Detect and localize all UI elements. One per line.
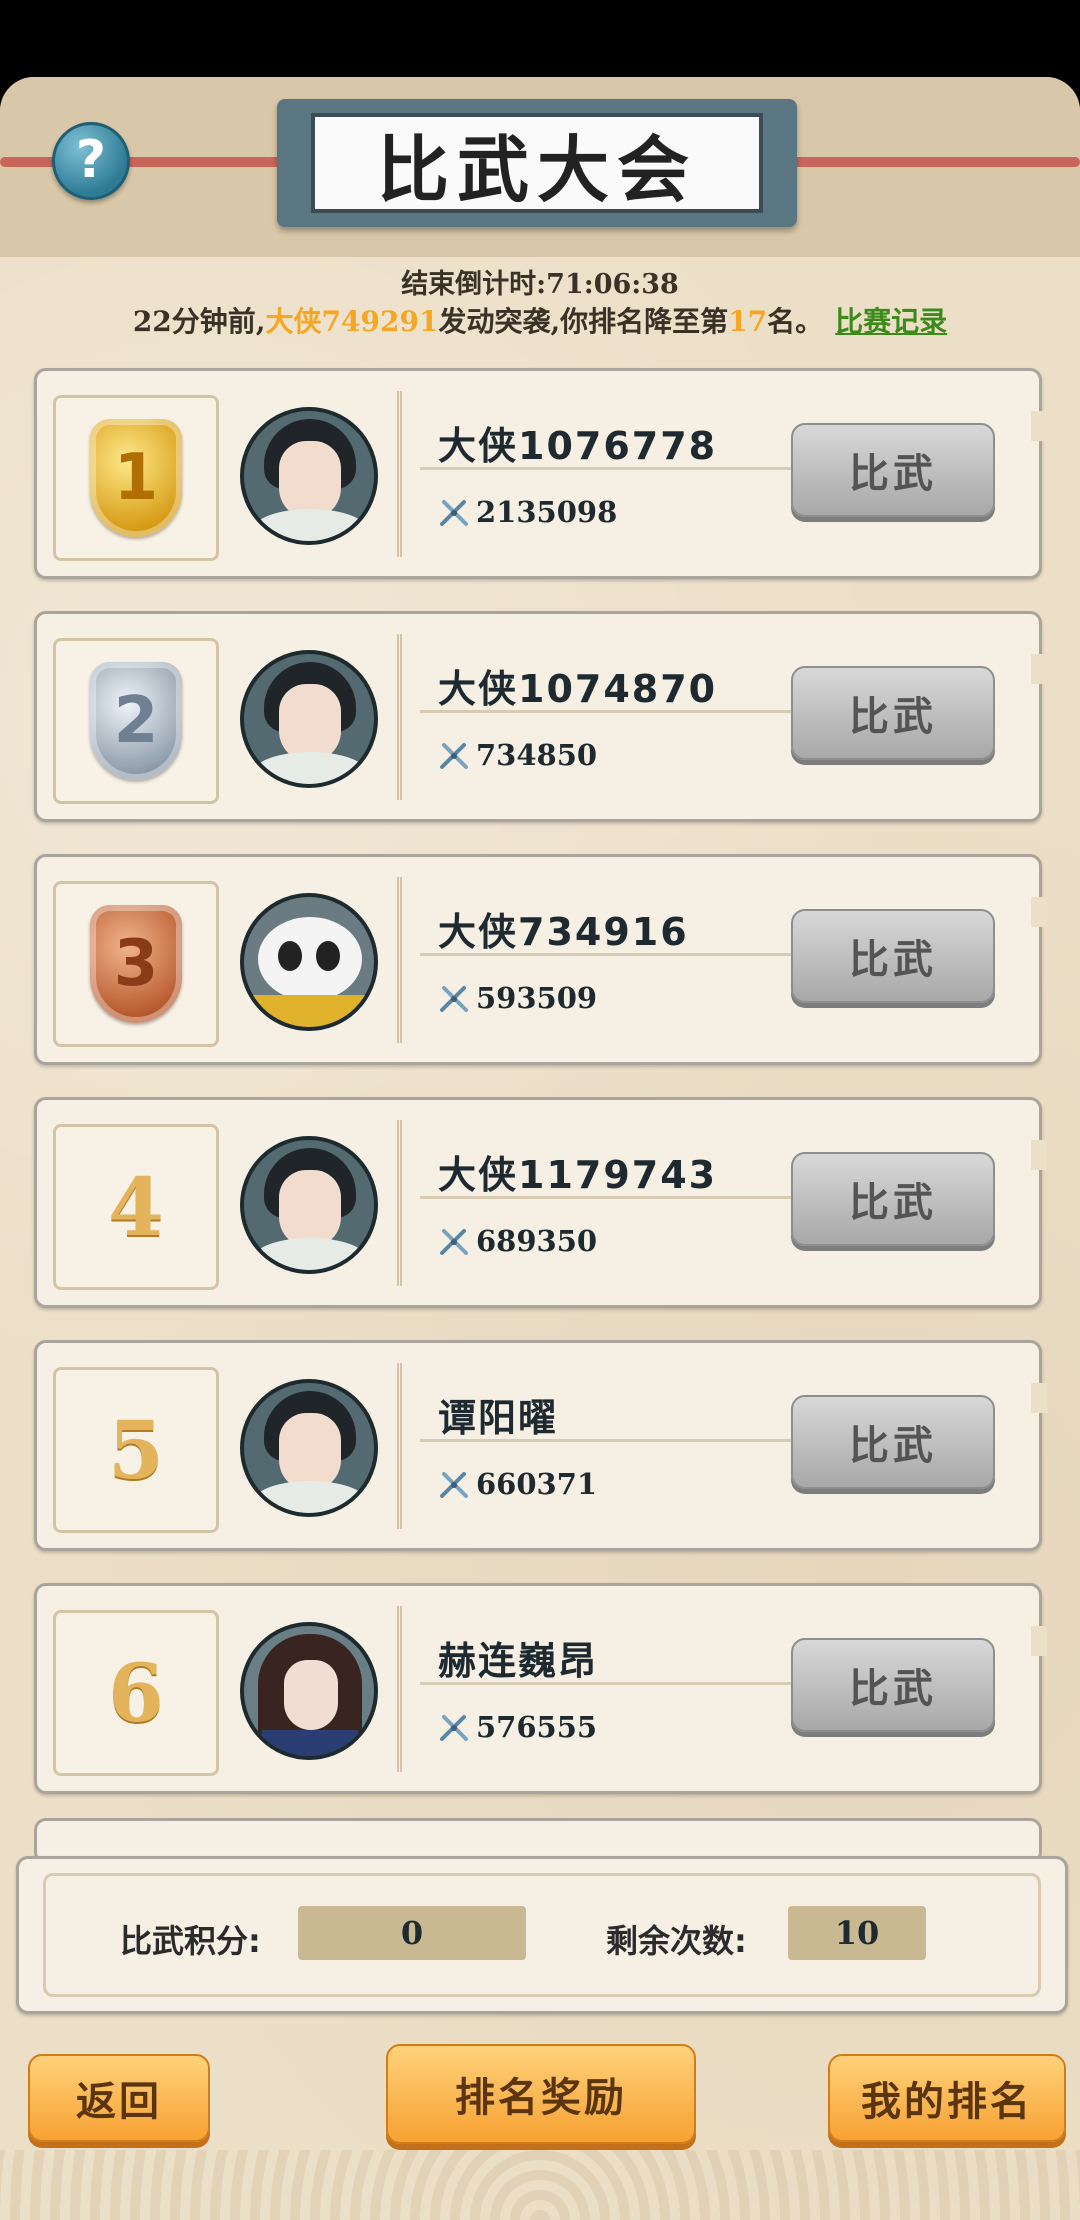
countdown-label: 结束倒计时: (401, 269, 547, 300)
card-notch (1031, 897, 1047, 927)
rank-number: 6 (108, 1646, 164, 1740)
player-avatar[interactable] (240, 407, 378, 545)
remaining-value: 10 (788, 1906, 926, 1960)
title-plaque: 比武大会 (277, 99, 797, 227)
points-value: 0 (298, 1906, 526, 1960)
my-rank-button[interactable]: 我的排名 (828, 2054, 1066, 2142)
countdown-value: 71:06:38 (546, 269, 679, 300)
ranking-row: 5 谭阳曜 660371 比武 (34, 1340, 1047, 1551)
player-name: 大侠1076778 (438, 424, 718, 468)
combat-power: 576555 (438, 1710, 597, 1744)
rope-left (0, 157, 290, 167)
combat-power: 734850 (438, 738, 597, 772)
ranking-row: 2 大侠1074870 734850 比武 (34, 611, 1047, 822)
player-name: 大侠1179743 (438, 1153, 718, 1197)
player-name: 谭阳曜 (438, 1396, 559, 1440)
card-notch (1031, 654, 1047, 684)
crossed-swords-icon (438, 982, 470, 1014)
ranking-row: 3 大侠734916 593509 比武 (34, 854, 1047, 1065)
crossed-swords-icon (438, 1711, 470, 1743)
ranking-row: 6 赫连巍昂 576555 比武 (34, 1583, 1047, 1794)
rank-badge-box: 2 (53, 638, 219, 804)
score-inner: 比武积分: 0 剩余次数: 10 (43, 1873, 1041, 1997)
player-avatar[interactable] (240, 893, 378, 1031)
crossed-swords-icon (438, 739, 470, 771)
rope-right (780, 157, 1080, 167)
score-bar: 比武积分: 0 剩余次数: 10 (16, 1856, 1068, 2014)
news-middle: 发动突袭,你排名降至第 (438, 305, 729, 338)
rank-number: 5 (108, 1403, 164, 1497)
ranking-row: 1 大侠1076778 2135098 比武 (34, 368, 1047, 579)
challenge-button[interactable]: 比武 (791, 909, 995, 1003)
combat-power-value: 576555 (476, 1710, 598, 1744)
silver-medal-icon: 2 (90, 662, 182, 780)
countdown: 结束倒计时:71:06:38 (0, 262, 1080, 301)
combat-power: 689350 (438, 1224, 597, 1258)
player-name: 大侠1074870 (438, 667, 718, 711)
rank-badge-box: 4 (53, 1124, 219, 1290)
challenge-button[interactable]: 比武 (791, 1152, 995, 1246)
challenge-button[interactable]: 比武 (791, 666, 995, 760)
challenge-button[interactable]: 比武 (791, 423, 995, 517)
news-rank: 17 (728, 305, 768, 338)
rank-badge-box: 3 (53, 881, 219, 1047)
player-name: 赫连巍昂 (438, 1639, 599, 1683)
rank-number: 4 (108, 1160, 164, 1254)
challenge-button[interactable]: 比武 (791, 1395, 995, 1489)
card-notch (1031, 411, 1047, 441)
news-attacker: 大侠749291 (265, 305, 439, 338)
news-suffix: 名。 (767, 305, 824, 338)
combat-power-value: 593509 (476, 981, 598, 1015)
rank-badge-box: 5 (53, 1367, 219, 1533)
footer-wave-decoration (0, 2150, 1080, 2220)
help-icon[interactable]: ? (52, 122, 130, 200)
combat-power-value: 734850 (476, 738, 598, 772)
card-notch (1031, 1383, 1047, 1413)
crossed-swords-icon (438, 1225, 470, 1257)
record-link[interactable]: 比赛记录 (835, 305, 947, 338)
player-avatar[interactable] (240, 650, 378, 788)
page-title: 比武大会 (376, 127, 697, 212)
title-frame: 比武大会 (311, 113, 763, 213)
points-label: 比武积分: (120, 1922, 261, 1960)
news-prefix: 22分钟前, (132, 305, 266, 338)
combat-power-value: 660371 (476, 1467, 598, 1501)
combat-power: 593509 (438, 981, 597, 1015)
combat-power-value: 689350 (476, 1224, 598, 1258)
remaining-label: 剩余次数: (606, 1922, 747, 1960)
crossed-swords-icon (438, 1468, 470, 1500)
combat-power-value: 2135098 (476, 495, 618, 529)
card-notch (1031, 1140, 1047, 1170)
player-name: 大侠734916 (438, 910, 689, 954)
ranking-row: 4 大侠1179743 689350 比武 (34, 1097, 1047, 1308)
player-avatar[interactable] (240, 1379, 378, 1517)
gold-medal-icon: 1 (90, 419, 182, 537)
player-avatar[interactable] (240, 1136, 378, 1274)
combat-power: 660371 (438, 1467, 597, 1501)
combat-power: 2135098 (438, 495, 617, 529)
news-line: 22分钟前,大侠749291发动突袭,你排名降至第17名。 比赛记录 (0, 300, 1080, 340)
rank-badge-box: 6 (53, 1610, 219, 1776)
rank-rewards-button[interactable]: 排名奖励 (386, 2044, 696, 2144)
rank-badge-box: 1 (53, 395, 219, 561)
bronze-medal-icon: 3 (90, 905, 182, 1023)
challenge-button[interactable]: 比武 (791, 1638, 995, 1732)
player-avatar[interactable] (240, 1622, 378, 1760)
crossed-swords-icon (438, 496, 470, 528)
card-notch (1031, 1626, 1047, 1656)
back-button[interactable]: 返回 (28, 2054, 210, 2142)
